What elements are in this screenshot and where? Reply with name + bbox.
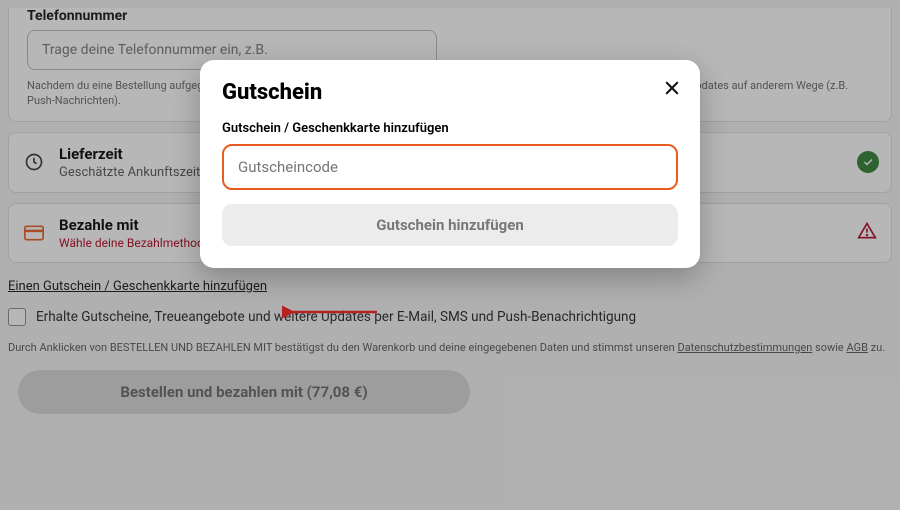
add-voucher-button[interactable]: Gutschein hinzufügen [222,204,678,246]
close-icon[interactable] [662,78,682,102]
modal-overlay[interactable]: Gutschein Gutschein / Geschenkkarte hinz… [0,0,900,510]
voucher-code-input[interactable] [222,144,678,190]
modal-title: Gutschein [222,80,678,105]
voucher-modal: Gutschein Gutschein / Geschenkkarte hinz… [200,60,700,268]
modal-sublabel: Gutschein / Geschenkkarte hinzufügen [222,121,678,136]
